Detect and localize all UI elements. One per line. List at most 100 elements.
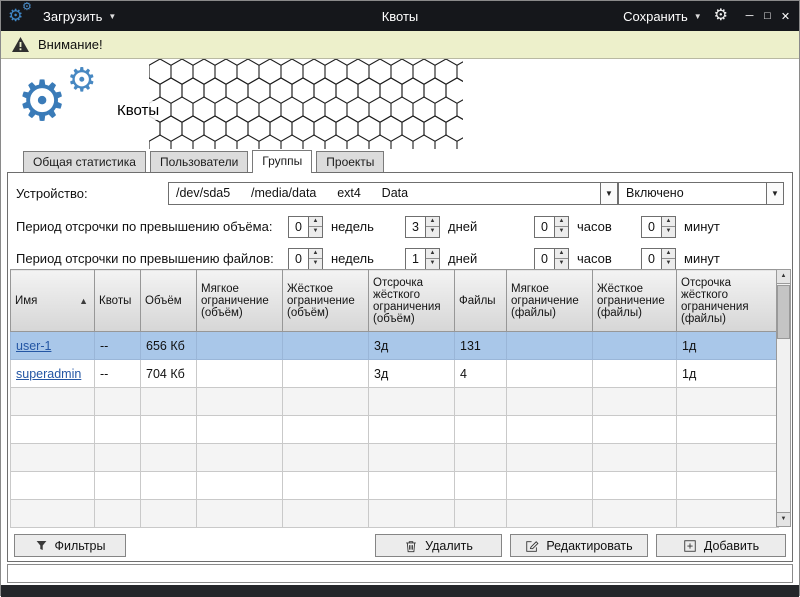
column-header-name[interactable]: Имя ▲ (11, 270, 95, 332)
spinner-value: 0 (535, 217, 554, 237)
spin-down-icon[interactable]: ▼ (309, 259, 322, 269)
weeks-unit-label: недель (331, 219, 374, 234)
grace-volume-label: Период отсрочки по превышению объёма: (16, 219, 288, 234)
status-strip (7, 564, 793, 583)
delete-button[interactable]: Удалить (375, 534, 502, 557)
column-header-soft-files[interactable]: Мягкое ограничение (файлы) (507, 270, 593, 332)
tab-groups[interactable]: Группы (252, 150, 312, 173)
spin-up-icon[interactable]: ▲ (426, 217, 439, 228)
tab-bar: Общая статистика Пользователи Группы Про… (1, 149, 799, 172)
edit-button[interactable]: Редактировать (510, 534, 648, 557)
spinner-buttons[interactable]: ▲▼ (554, 249, 568, 269)
tab-projects[interactable]: Проекты (316, 151, 384, 172)
spin-down-icon[interactable]: ▼ (555, 227, 568, 237)
filters-button[interactable]: Фильтры (14, 534, 126, 557)
column-header-hard-files[interactable]: Жёсткое ограничение (файлы) (593, 270, 677, 332)
cell-hard-volume (283, 360, 369, 388)
table-row-empty (11, 444, 779, 472)
column-header-soft-volume[interactable]: Мягкое ограничение (объём) (197, 270, 283, 332)
spin-up-icon[interactable]: ▲ (309, 217, 322, 228)
titlebar-right: Сохранить ▼ ⚙ ─ □ ✕ (623, 8, 793, 24)
column-header-files[interactable]: Файлы (455, 270, 507, 332)
footer-bar (1, 585, 799, 597)
titlebar: ⚙ ⚙ Загрузить ▼ Квоты Сохранить ▼ ⚙ ─ □ … (1, 1, 799, 31)
spinner-buttons[interactable]: ▲▼ (425, 217, 439, 237)
spinner-buttons[interactable]: ▲▼ (308, 249, 322, 269)
spin-up-icon[interactable]: ▲ (426, 249, 439, 260)
files-weeks-spinner[interactable]: 0 ▲▼ (288, 248, 323, 270)
group-name-link[interactable]: superadmin (16, 367, 81, 381)
spinner-buttons[interactable]: ▲▼ (661, 249, 675, 269)
spinner-value: 3 (406, 217, 425, 237)
files-minutes-spinner[interactable]: 0 ▲▼ (641, 248, 676, 270)
volume-days-spinner[interactable]: 3 ▲▼ (405, 216, 440, 238)
spinner-buttons[interactable]: ▲▼ (661, 217, 675, 237)
warning-banner: Внимание! (1, 31, 799, 59)
spin-down-icon[interactable]: ▼ (426, 227, 439, 237)
window-controls: ─ □ ✕ (742, 10, 793, 23)
delete-button-label: Удалить (425, 539, 473, 553)
close-button[interactable]: ✕ (778, 10, 793, 23)
chevron-down-icon[interactable]: ▼ (600, 183, 617, 204)
load-menu-button[interactable]: Загрузить ▼ (43, 9, 116, 24)
scroll-up-button[interactable]: ▲ (777, 270, 790, 284)
volume-minutes-spinner[interactable]: 0 ▲▼ (641, 216, 676, 238)
spin-up-icon[interactable]: ▲ (309, 249, 322, 260)
cell-name: superadmin (11, 360, 95, 388)
table-scrollbar[interactable]: ▲ ▼ (776, 269, 791, 527)
spin-up-icon[interactable]: ▲ (662, 217, 675, 228)
table-row-superadmin[interactable]: superadmin -- 704 Кб 3д 4 1д (11, 360, 779, 388)
add-button[interactable]: Добавить (656, 534, 786, 557)
spinner-buttons[interactable]: ▲▼ (308, 217, 322, 237)
volume-weeks-spinner[interactable]: 0 ▲▼ (288, 216, 323, 238)
edit-button-label: Редактировать (546, 539, 632, 553)
maximize-button[interactable]: □ (760, 10, 775, 23)
device-row: Устройство: /dev/sda5 /media/data ext4 D… (16, 181, 784, 205)
tab-users[interactable]: Пользователи (150, 151, 248, 172)
app-header: ⚙ ⚙ Квоты (1, 59, 799, 149)
save-menu-button[interactable]: Сохранить ▼ (623, 9, 702, 24)
group-name-link[interactable]: user-1 (16, 339, 51, 353)
table-row-empty (11, 500, 779, 528)
grace-files-label: Период отсрочки по превышению файлов: (16, 251, 288, 266)
spinner-value: 0 (289, 217, 308, 237)
files-days-spinner[interactable]: 1 ▲▼ (405, 248, 440, 270)
status-select[interactable]: Включено ▼ (618, 182, 784, 205)
minutes-unit-label: минут (684, 251, 720, 266)
column-header-hard-volume[interactable]: Жёсткое ограничение (объём) (283, 270, 369, 332)
scrollbar-thumb[interactable] (777, 285, 790, 339)
spin-up-icon[interactable]: ▲ (555, 249, 568, 260)
volume-hours-spinner[interactable]: 0 ▲▼ (534, 216, 569, 238)
add-button-label: Добавить (704, 539, 759, 553)
load-menu-label: Загрузить (43, 9, 102, 24)
spin-up-icon[interactable]: ▲ (662, 249, 675, 260)
spinner-value: 0 (289, 249, 308, 269)
scroll-down-button[interactable]: ▼ (777, 512, 790, 526)
settings-gear-button[interactable]: ⚙ (714, 8, 728, 24)
column-header-grace-files[interactable]: Отсрочка жёсткого ограничения (файлы) (677, 270, 779, 332)
scroll-down-icon: ▼ (781, 516, 787, 522)
spin-down-icon[interactable]: ▼ (555, 259, 568, 269)
chevron-down-icon[interactable]: ▼ (766, 183, 783, 204)
tab-general-stats[interactable]: Общая статистика (23, 151, 146, 172)
spin-down-icon[interactable]: ▼ (309, 227, 322, 237)
table-row-user-1[interactable]: user-1 -- 656 Кб 3д 131 1д (11, 332, 779, 360)
spin-down-icon[interactable]: ▼ (662, 259, 675, 269)
cell-volume: 704 Кб (141, 360, 197, 388)
spin-down-icon[interactable]: ▼ (426, 259, 439, 269)
column-header-volume[interactable]: Объём (141, 270, 197, 332)
warning-text: Внимание! (38, 37, 103, 52)
plus-icon (683, 539, 697, 553)
spinner-buttons[interactable]: ▲▼ (425, 249, 439, 269)
column-header-grace-volume[interactable]: Отсрочка жёсткого ограничения (объём) (369, 270, 455, 332)
spin-up-icon[interactable]: ▲ (555, 217, 568, 228)
page-title: Квоты (114, 101, 162, 120)
spinner-buttons[interactable]: ▲▼ (554, 217, 568, 237)
device-select[interactable]: /dev/sda5 /media/data ext4 Data ▼ (168, 182, 618, 205)
column-header-quotas[interactable]: Квоты (95, 270, 141, 332)
spinner-value: 0 (642, 249, 661, 269)
minimize-button[interactable]: ─ (742, 10, 757, 23)
minutes-group: 0 ▲▼ минут (641, 216, 751, 238)
spin-down-icon[interactable]: ▼ (662, 227, 675, 237)
files-hours-spinner[interactable]: 0 ▲▼ (534, 248, 569, 270)
